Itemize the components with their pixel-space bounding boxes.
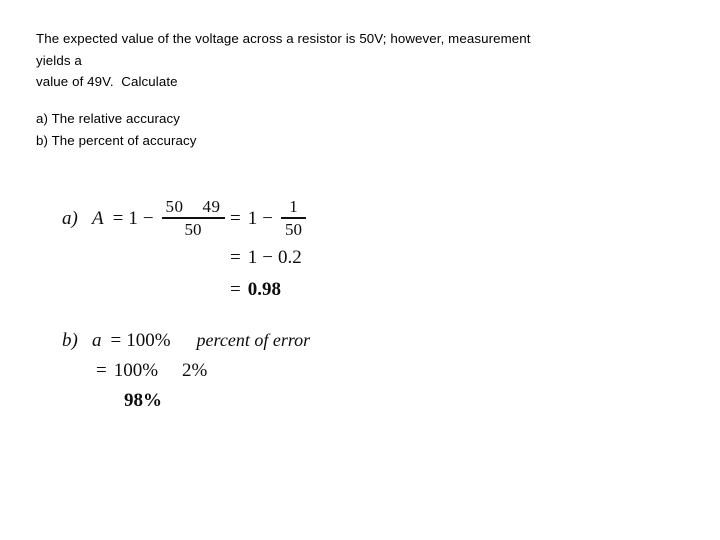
step2-one: 1 [247,208,258,229]
equation-row-a2: = 1 − 1 50 [230,196,420,242]
part-b-step2-term: 2% [182,360,208,381]
step3-minus: − [262,247,273,268]
part-a-one: 1 [128,208,138,229]
solution-steps-column: = 1 − 1 50 = 1 − 0.2 = 0.98 [230,196,420,306]
equation-row-a4: = 0.98 [230,274,420,306]
solution-part-b: b) a = 100% percent of error = 100% 2% 9… [62,330,422,420]
step2-equals: = [230,208,241,229]
step3-value: 0.2 [277,247,302,268]
step3-equals: = [230,247,241,268]
slide-canvas: The expected value of the voltage across… [0,0,720,540]
part-b-step2-equals: = [96,360,107,381]
step2-minus: − [262,208,273,229]
question-item-a: a) The relative accuracy [36,111,181,126]
part-b-equals: = [110,330,122,351]
part-a-label: a) [62,208,78,229]
part-b-value: 100% [126,330,171,351]
problem-statement: The expected value of the voltage across… [36,28,676,93]
equation-row-b1: b) a = 100% percent of error [62,330,422,360]
part-a-result: 0.98 [247,279,281,300]
equation-row-b3: 98% [62,390,422,420]
equation-row-a3: = 1 − 0.2 [230,242,420,274]
part-b-phrase: percent of error [196,330,311,350]
step3-one: 1 [247,247,258,268]
step2-fraction: 1 50 [280,197,306,239]
question-list: a) The relative accuracy b) The percent … [36,108,436,151]
step4-equals: = [230,279,241,300]
step2-fraction-denominator: 50 [284,220,302,239]
step2-fraction-numerator: 1 [289,197,298,216]
solution-part-a: a) A = 1 − 50 49 50 = 1 − 1 50 = 1 − 0.2… [62,196,422,300]
part-b-result: 98% [124,390,162,411]
part-a-variable: A [92,208,104,229]
part-a-fraction-denominator: 50 [184,220,202,239]
question-item-b: b) The percent of accuracy [36,132,197,148]
statement-line-1: The expected value of the voltage across… [36,31,531,46]
part-a-equals: = [112,208,124,229]
equation-row-b2: = 100% 2% [62,360,422,390]
statement-line-3: value of 49V. Calculate [36,74,178,89]
part-a-fraction-numerator: 50 49 [165,197,221,216]
statement-line-2: yields a [36,52,82,68]
part-b-label: b) [62,330,78,351]
part-a-minus: − [142,208,154,229]
part-a-fraction: 50 49 50 [161,197,225,239]
part-b-variable: a [92,330,102,351]
part-b-step2-value: 100% [113,360,159,381]
